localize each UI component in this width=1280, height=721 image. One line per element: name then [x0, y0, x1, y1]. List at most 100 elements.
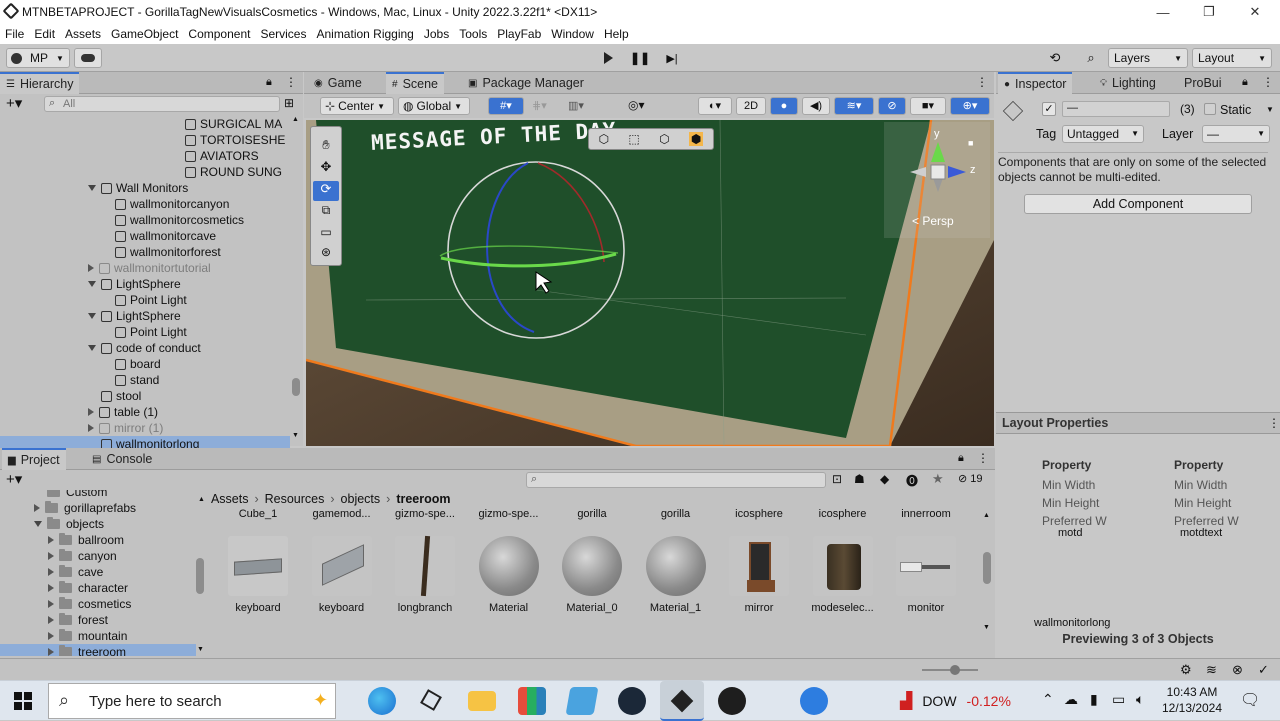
scene-viewport[interactable]: MESSAGE OF THE DAY ✋︎ ✥ ⟳ ⧉ ▭ ⊛ ⬡ ⬚ ⬡ ⬢ [306, 120, 994, 446]
filter-type-icon[interactable]: ☗ [854, 472, 865, 486]
asset-label[interactable]: icosphere [719, 508, 799, 520]
gizmos-dropdown[interactable]: ⊕▾ [950, 97, 990, 115]
gizmo-lock-icon[interactable]: ■ [968, 138, 973, 148]
breadcrumb-item[interactable]: Assets [211, 492, 249, 506]
tab-probuilder[interactable]: ProBui [1178, 72, 1228, 94]
notes-app-icon[interactable] [565, 687, 599, 715]
rotate-tool-button[interactable]: ⟳ [313, 181, 339, 201]
expand-arrow-down-icon[interactable] [88, 345, 96, 351]
more-options-icon[interactable]: ⋮ [1268, 416, 1280, 430]
hierarchy-item[interactable]: wallmonitorcanyon [0, 196, 290, 212]
folder-item[interactable]: character [0, 580, 196, 596]
minimize-button[interactable]: — [1140, 0, 1186, 24]
layers-stack-icon[interactable]: ≋ [1206, 662, 1217, 678]
scrollbar-thumb[interactable] [292, 378, 300, 396]
expand-arrow-right-icon[interactable] [48, 616, 54, 624]
hierarchy-item[interactable]: table (1) [0, 404, 290, 420]
expand-arrow-down-icon[interactable] [88, 185, 96, 191]
asset-label[interactable]: gamemod... [302, 508, 382, 520]
breadcrumb-item[interactable]: objects [341, 492, 381, 506]
menu-gameobject[interactable]: GameObject [106, 27, 183, 41]
tab-inspector[interactable]: ● Inspector [998, 72, 1073, 94]
folder-item[interactable]: gorillaprefabs [0, 500, 196, 516]
tab-hierarchy[interactable]: ☰ Hierarchy [0, 72, 80, 94]
menu-assets[interactable]: Assets [60, 27, 106, 41]
menu-animation-rigging[interactable]: Animation Rigging [311, 27, 418, 41]
asset-item[interactable]: Material [469, 536, 549, 614]
menu-help[interactable]: Help [599, 27, 634, 41]
hierarchy-item[interactable]: stool [0, 388, 290, 404]
asset-item[interactable]: longbranch [385, 535, 465, 614]
asset-label[interactable]: gizmo-spe... [469, 508, 549, 520]
tab-lighting[interactable]: 💡︎ Lighting [1094, 72, 1162, 94]
expand-arrow-right-icon[interactable] [34, 504, 40, 512]
search-button[interactable]: ⌕ [1078, 48, 1104, 68]
shading-mode-dropdown[interactable]: ◐▾ [698, 97, 732, 115]
asset-label[interactable]: innerroom [886, 508, 966, 520]
lock-icon[interactable]: 🔒︎ [958, 452, 964, 465]
2d-toggle[interactable]: 2D [736, 97, 766, 115]
maximize-button[interactable]: ❐ [1186, 0, 1232, 24]
folder-item[interactable]: ballroom [0, 532, 196, 548]
add-component-button[interactable]: Add Component [1024, 194, 1252, 214]
layers-dropdown[interactable]: Layers ▼ [1108, 48, 1188, 68]
hierarchy-item[interactable]: board [0, 356, 290, 372]
hierarchy-item[interactable]: AVIATORS [0, 148, 290, 164]
expand-arrow-down-icon[interactable] [88, 313, 96, 319]
hierarchy-item[interactable]: SURGICAL MA [0, 116, 290, 132]
more-options-icon[interactable]: ⋮ [977, 451, 989, 465]
tab-console[interactable]: ▤ Console [86, 448, 158, 470]
hierarchy-item[interactable]: Wall Monitors [0, 180, 290, 196]
draw-mode-icon[interactable]: ◎▾ [628, 98, 645, 112]
project-search-input[interactable]: ⌕ [526, 472, 826, 488]
expand-arrow-right-icon[interactable] [48, 600, 54, 608]
folder-item[interactable]: treeroom [0, 644, 196, 656]
hand-tool-button[interactable]: ✋︎ [313, 137, 339, 157]
breadcrumb-item[interactable]: Resources [265, 492, 325, 506]
folder-item[interactable]: mountain [0, 628, 196, 644]
slider-handle[interactable] [950, 665, 960, 675]
lock-icon[interactable]: 🔒︎ [1242, 76, 1248, 89]
folder-item[interactable]: cave [0, 564, 196, 580]
object-name-field[interactable]: — [1062, 101, 1170, 117]
cloud-button[interactable] [74, 48, 102, 68]
asset-item[interactable]: mirror [719, 536, 799, 614]
space-dropdown[interactable]: ◍ Global ▼ [398, 97, 470, 115]
cube-tool-icon[interactable]: ⬡ [599, 132, 609, 146]
performance-icon[interactable]: ⊗ [1232, 662, 1243, 678]
breadcrumb-item[interactable]: treeroom [396, 492, 450, 506]
asset-label[interactable]: gizmo-spe... [385, 508, 465, 520]
search-by-type-icon[interactable]: ⊡ [832, 472, 842, 486]
expand-arrow-right-icon[interactable] [48, 584, 54, 592]
asset-item[interactable]: modeselec... [803, 536, 883, 614]
asset-item[interactable]: monitor [886, 536, 966, 614]
mesh-tool-icon[interactable]: ⬡ [659, 132, 669, 146]
tab-scene[interactable]: # Scene [386, 72, 445, 94]
folder-item[interactable]: canyon [0, 548, 196, 564]
hierarchy-item[interactable]: Point Light [0, 324, 290, 340]
bounds-tool-icon[interactable]: ⬚ [628, 132, 639, 146]
lock-icon[interactable]: 🔒︎ [266, 76, 272, 89]
favorite-star-icon[interactable]: ★ [932, 471, 944, 487]
notification-icon[interactable]: 🗨︎ [1240, 690, 1260, 710]
chevron-down-icon[interactable]: ▼ [1266, 105, 1274, 114]
unity-editor-icon[interactable] [660, 681, 704, 721]
hierarchy-item[interactable]: LightSphere [0, 276, 290, 292]
hierarchy-item[interactable]: LightSphere [0, 308, 290, 324]
stock-widget[interactable]: ▟ DOW -0.12% [900, 691, 1011, 711]
rect-tool-button[interactable]: ▭ [313, 225, 339, 245]
expand-arrow-down-icon[interactable] [34, 521, 42, 527]
expand-arrow-right-icon[interactable] [88, 408, 94, 416]
menu-tools[interactable]: Tools [454, 27, 492, 41]
static-checkbox[interactable] [1204, 103, 1216, 115]
add-asset-button[interactable]: +▾ [6, 470, 22, 488]
box-tool-icon[interactable]: ⬢ [688, 132, 704, 146]
onedrive-icon[interactable]: ☁ [1064, 691, 1078, 708]
pause-button[interactable]: ❚❚ [626, 48, 654, 68]
help-app-icon[interactable] [800, 687, 828, 715]
pivot-dropdown[interactable]: ⊹ Center ▼ [320, 97, 394, 115]
debug-icon[interactable]: ⚙ [1180, 662, 1192, 678]
tag-dropdown[interactable]: Untagged ▼ [1062, 125, 1144, 143]
transform-tool-button[interactable]: ⊛ [313, 245, 339, 265]
expand-arrow-right-icon[interactable] [48, 648, 54, 656]
